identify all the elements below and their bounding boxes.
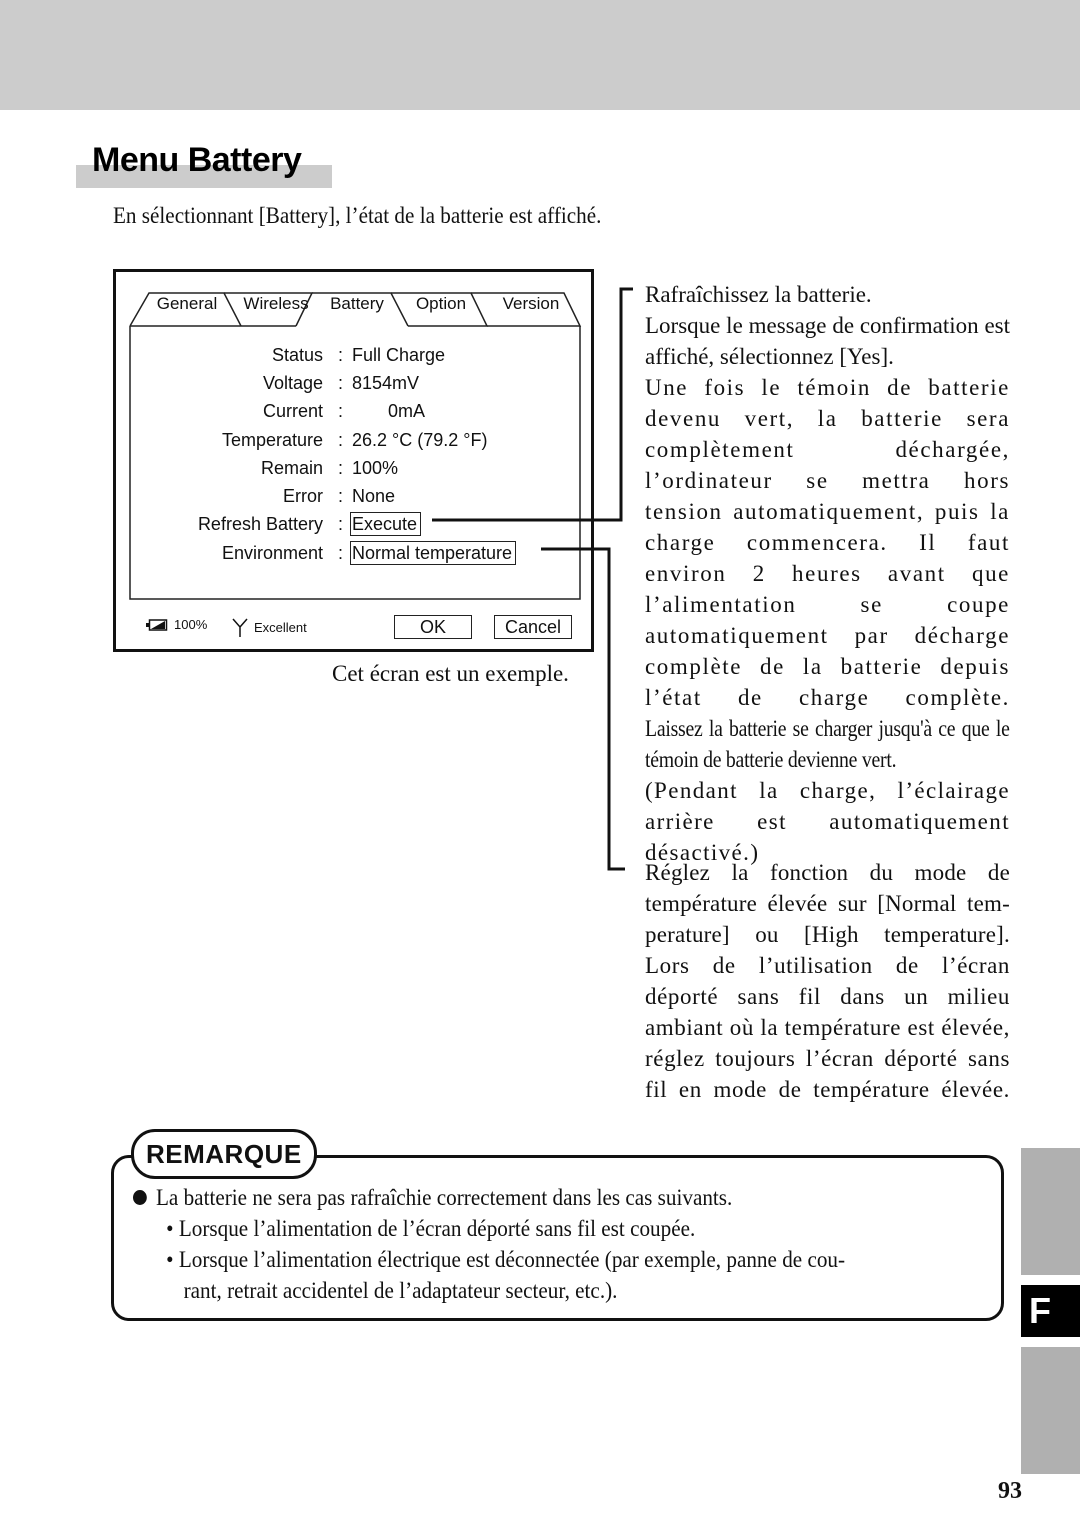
tab-wireless[interactable]: Wireless [236, 293, 316, 315]
antenna-icon [232, 618, 248, 637]
voltage-label: Voltage [262, 373, 323, 393]
voltage-value: 8154mV [352, 373, 420, 393]
battery-icon [146, 618, 168, 631]
remarque-sub-item: • Lorsque l’alimentation électrique est … [166, 1247, 846, 1272]
signal-quality: Excellent [254, 619, 307, 635]
section-heading: Menu Battery [76, 138, 332, 188]
row-remain: Remain : 100% [116, 454, 591, 482]
status-value: Full Charge [352, 345, 446, 365]
remain-label: Remain [260, 458, 323, 478]
environment-description: Réglez la fonction du mode de températur… [645, 860, 1010, 1102]
side-index-tab [1021, 1148, 1080, 1275]
bullet-icon [133, 1190, 147, 1205]
remarque-content: La batterie ne sera pas rafraîchie corre… [133, 1182, 907, 1306]
environment-select[interactable]: Normal temperature [350, 541, 517, 565]
tab-battery[interactable]: Battery [320, 293, 394, 315]
battery-status: 100% [146, 617, 207, 632]
remarque-sub-item: • Lorsque l’alimentation de l’écran dépo… [166, 1216, 696, 1241]
signal-status: Excellent [232, 617, 307, 637]
current-label: Current [262, 401, 323, 421]
current-value: 0mA [388, 401, 426, 421]
row-error: Error : None [116, 482, 591, 510]
battery-dialog: General Wireless Battery Option Version … [113, 269, 594, 652]
remarque-title: REMARQUE [131, 1129, 317, 1179]
refresh-battery-description: Rafraîchissez la batterie. Lorsque le me… [645, 282, 1010, 865]
tab-option[interactable]: Option [404, 293, 478, 315]
ok-button[interactable]: OK [394, 615, 472, 639]
row-status: Status : Full Charge [116, 341, 591, 369]
screen-example-caption: Cet écran est un exemple. [332, 661, 569, 686]
tab-version[interactable]: Version [490, 293, 572, 315]
page-number: 93 [998, 1478, 1022, 1504]
temperature-label: Temperature [221, 430, 323, 450]
status-label: Status [271, 345, 323, 365]
page-title: Menu Battery [92, 141, 302, 179]
tab-general[interactable]: General [150, 293, 224, 315]
error-value: None [352, 486, 396, 506]
row-temperature: Temperature : 26.2 °C (79.2 °F) [116, 426, 591, 454]
battery-level: 100% [174, 617, 208, 632]
remarque-main-item: La batterie ne sera pas rafraîchie corre… [133, 1182, 845, 1213]
row-voltage: Voltage : 8154mV [116, 369, 591, 397]
row-refresh-battery: Refresh Battery : Execute [116, 510, 591, 538]
side-index-letter: F [1021, 1285, 1080, 1337]
execute-button[interactable]: Execute [350, 512, 422, 536]
refresh-battery-label: Refresh Battery [197, 514, 323, 534]
side-index-tab [1021, 1347, 1080, 1474]
row-current: Current : 0mA [116, 397, 591, 425]
error-label: Error [283, 486, 323, 506]
cancel-button[interactable]: Cancel [494, 615, 572, 639]
remarque-sub-item-continued: rant, retrait accidentel de l’adaptateur… [183, 1278, 618, 1303]
intro-text: En sélectionnant [Battery], l’état de la… [113, 203, 602, 228]
row-environment: Environment : Normal temperature [116, 539, 591, 567]
header-band [0, 0, 1080, 110]
remain-value: 100% [352, 458, 399, 478]
temperature-value: 26.2 °C (79.2 °F) [352, 430, 488, 450]
environment-label: Environment [221, 543, 323, 563]
